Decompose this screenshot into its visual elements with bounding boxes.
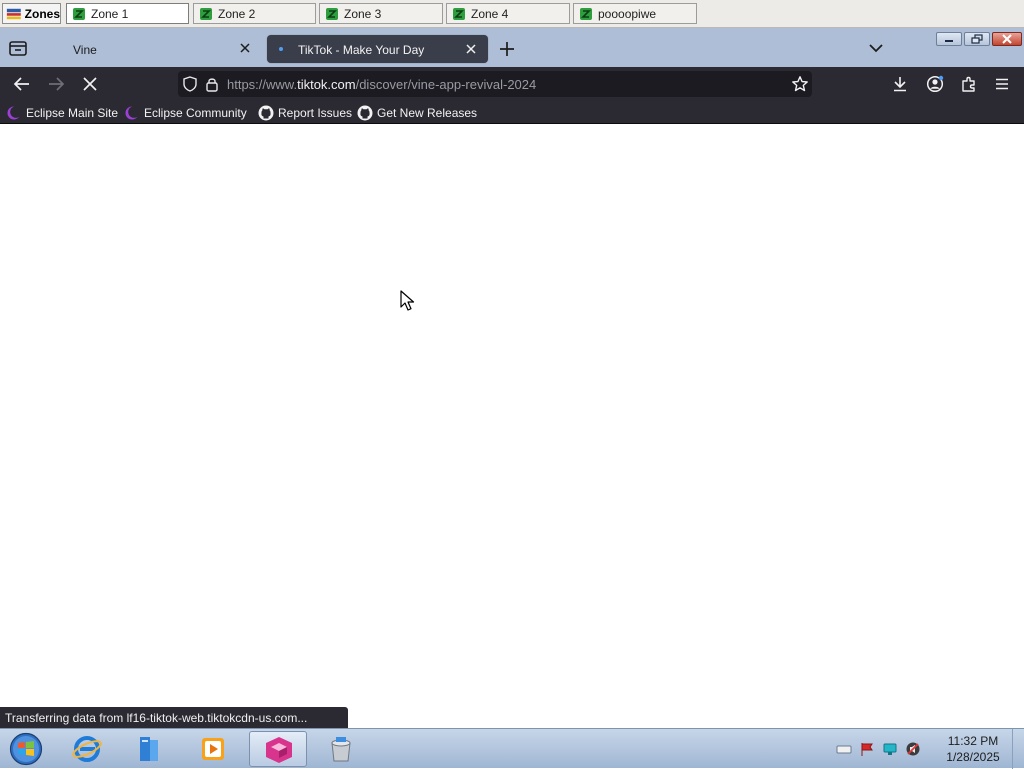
clock-time: 11:32 PM [947, 734, 999, 748]
zones-label: Zones [24, 6, 60, 21]
system-tray [836, 740, 928, 758]
zone-icon [453, 7, 465, 20]
taskbar-clock[interactable]: 11:32 PM 1/28/2025 [934, 733, 1012, 765]
zone-icon [200, 7, 212, 20]
minimize-button[interactable] [936, 32, 962, 46]
taskbar-browser[interactable] [249, 731, 307, 767]
network-icon[interactable] [882, 741, 898, 757]
bookmark-label: Eclipse Community [144, 105, 247, 120]
zone-tab-4[interactable]: Zone 4 [446, 3, 570, 24]
internet-explorer-icon [72, 736, 102, 762]
mouse-cursor-icon [400, 290, 415, 311]
installer-icon [331, 737, 351, 762]
taskbar-installer[interactable] [312, 731, 370, 767]
close-icon[interactable] [238, 41, 252, 55]
taskbar-internet-explorer[interactable] [58, 731, 116, 767]
zone-tab-label: poooopiwe [598, 6, 657, 21]
tab-title: Vine [73, 43, 97, 57]
github-icon [258, 105, 274, 120]
status-panel: Transferring data from lf16-tiktok-web.t… [0, 707, 348, 728]
close-window-button[interactable] [992, 32, 1022, 46]
minimize-icon [945, 40, 953, 42]
bookmark-label: Report Issues [278, 105, 353, 120]
clock-date: 1/28/2025 [946, 750, 1000, 764]
tab-overview-icon[interactable] [6, 37, 30, 59]
taskbar-media-player[interactable] [184, 731, 242, 767]
close-icon[interactable] [464, 42, 478, 56]
lock-icon[interactable] [205, 76, 219, 92]
zone-tab-3[interactable]: Zone 3 [319, 3, 443, 24]
file-manager-icon [140, 737, 158, 761]
account-icon[interactable] [926, 75, 944, 93]
zone-tab-5[interactable]: poooopiwe [573, 3, 697, 24]
chevron-down-icon[interactable] [867, 41, 885, 55]
zone-tab-label: Zone 4 [471, 6, 509, 21]
download-icon[interactable] [891, 75, 909, 93]
media-player-icon [202, 738, 224, 760]
shield-icon[interactable] [182, 76, 198, 92]
bookmark-eclipse-community[interactable]: Eclipse Community [124, 104, 247, 121]
zone-tab-label: Zone 3 [344, 6, 382, 21]
bookmark-get-new-releases[interactable]: Get New Releases [357, 104, 477, 121]
bookmark-label: Eclipse Main Site [26, 105, 119, 120]
zones-bar: Zones Zone 1 Zone 2 Zone 3 Zone 4 poooop… [0, 0, 1024, 28]
bookmark-report-issues[interactable]: Report Issues [258, 104, 352, 121]
eclipse-icon [7, 105, 22, 119]
zone-tab-1[interactable]: Zone 1 [66, 3, 189, 24]
url-text[interactable]: https://www.tiktok.com/discover/vine-app… [227, 77, 536, 92]
window-controls [934, 32, 1022, 48]
volume-icon[interactable] [905, 741, 921, 757]
zones-icon [6, 8, 21, 19]
new-tab-icon[interactable] [498, 40, 516, 58]
zone-icon [326, 7, 338, 20]
hamburger-menu-icon[interactable] [993, 75, 1011, 93]
browser-tab-strip: Vine TikTok - Make Your Day [0, 28, 1024, 67]
page-content[interactable] [0, 124, 1024, 728]
eclipse-icon [125, 105, 140, 119]
keyboard-icon[interactable] [836, 741, 852, 757]
address-bar[interactable]: https://www.tiktok.com/discover/vine-app… [178, 71, 812, 97]
tab-tiktok[interactable]: TikTok - Make Your Day [267, 35, 488, 63]
loading-indicator-icon [279, 47, 283, 51]
github-icon [357, 105, 373, 120]
show-desktop-button[interactable] [1012, 729, 1024, 769]
bookmark-label: Get New Releases [377, 105, 478, 120]
taskbar-file-manager[interactable] [120, 731, 178, 767]
extensions-icon[interactable] [960, 75, 978, 93]
zone-icon [73, 7, 85, 20]
bookmark-eclipse-main-site[interactable]: Eclipse Main Site [6, 104, 118, 121]
url-path: /discover/vine-app-revival-2024 [355, 77, 537, 92]
zone-tab-label: Zone 2 [218, 6, 256, 21]
restore-icon [971, 34, 983, 44]
close-icon [1002, 34, 1012, 44]
url-prefix: https://www. [227, 77, 298, 92]
taskbar: 11:32 PM 1/28/2025 [0, 728, 1024, 769]
bookmarks-toolbar: Eclipse Main Site Eclipse Community Repo… [0, 101, 1024, 124]
stop-loading-icon[interactable] [81, 75, 99, 93]
restore-button[interactable] [964, 32, 990, 46]
forward-arrow-icon [49, 77, 65, 91]
back-arrow-icon[interactable] [13, 75, 31, 93]
tab-title: TikTok - Make Your Day [298, 43, 425, 57]
browser-icon [266, 737, 292, 763]
zones-button[interactable]: Zones [2, 3, 61, 24]
start-button[interactable] [7, 732, 45, 766]
bookmark-star-icon[interactable] [791, 75, 809, 93]
tab-vine[interactable]: Vine [40, 35, 262, 63]
zone-tab-2[interactable]: Zone 2 [193, 3, 316, 24]
zone-tab-label: Zone 1 [91, 6, 129, 21]
zone-icon [580, 7, 592, 20]
navigation-toolbar: https://www.tiktok.com/discover/vine-app… [0, 67, 1024, 101]
url-domain: tiktok.com [297, 77, 356, 92]
flag-icon[interactable] [859, 741, 875, 757]
